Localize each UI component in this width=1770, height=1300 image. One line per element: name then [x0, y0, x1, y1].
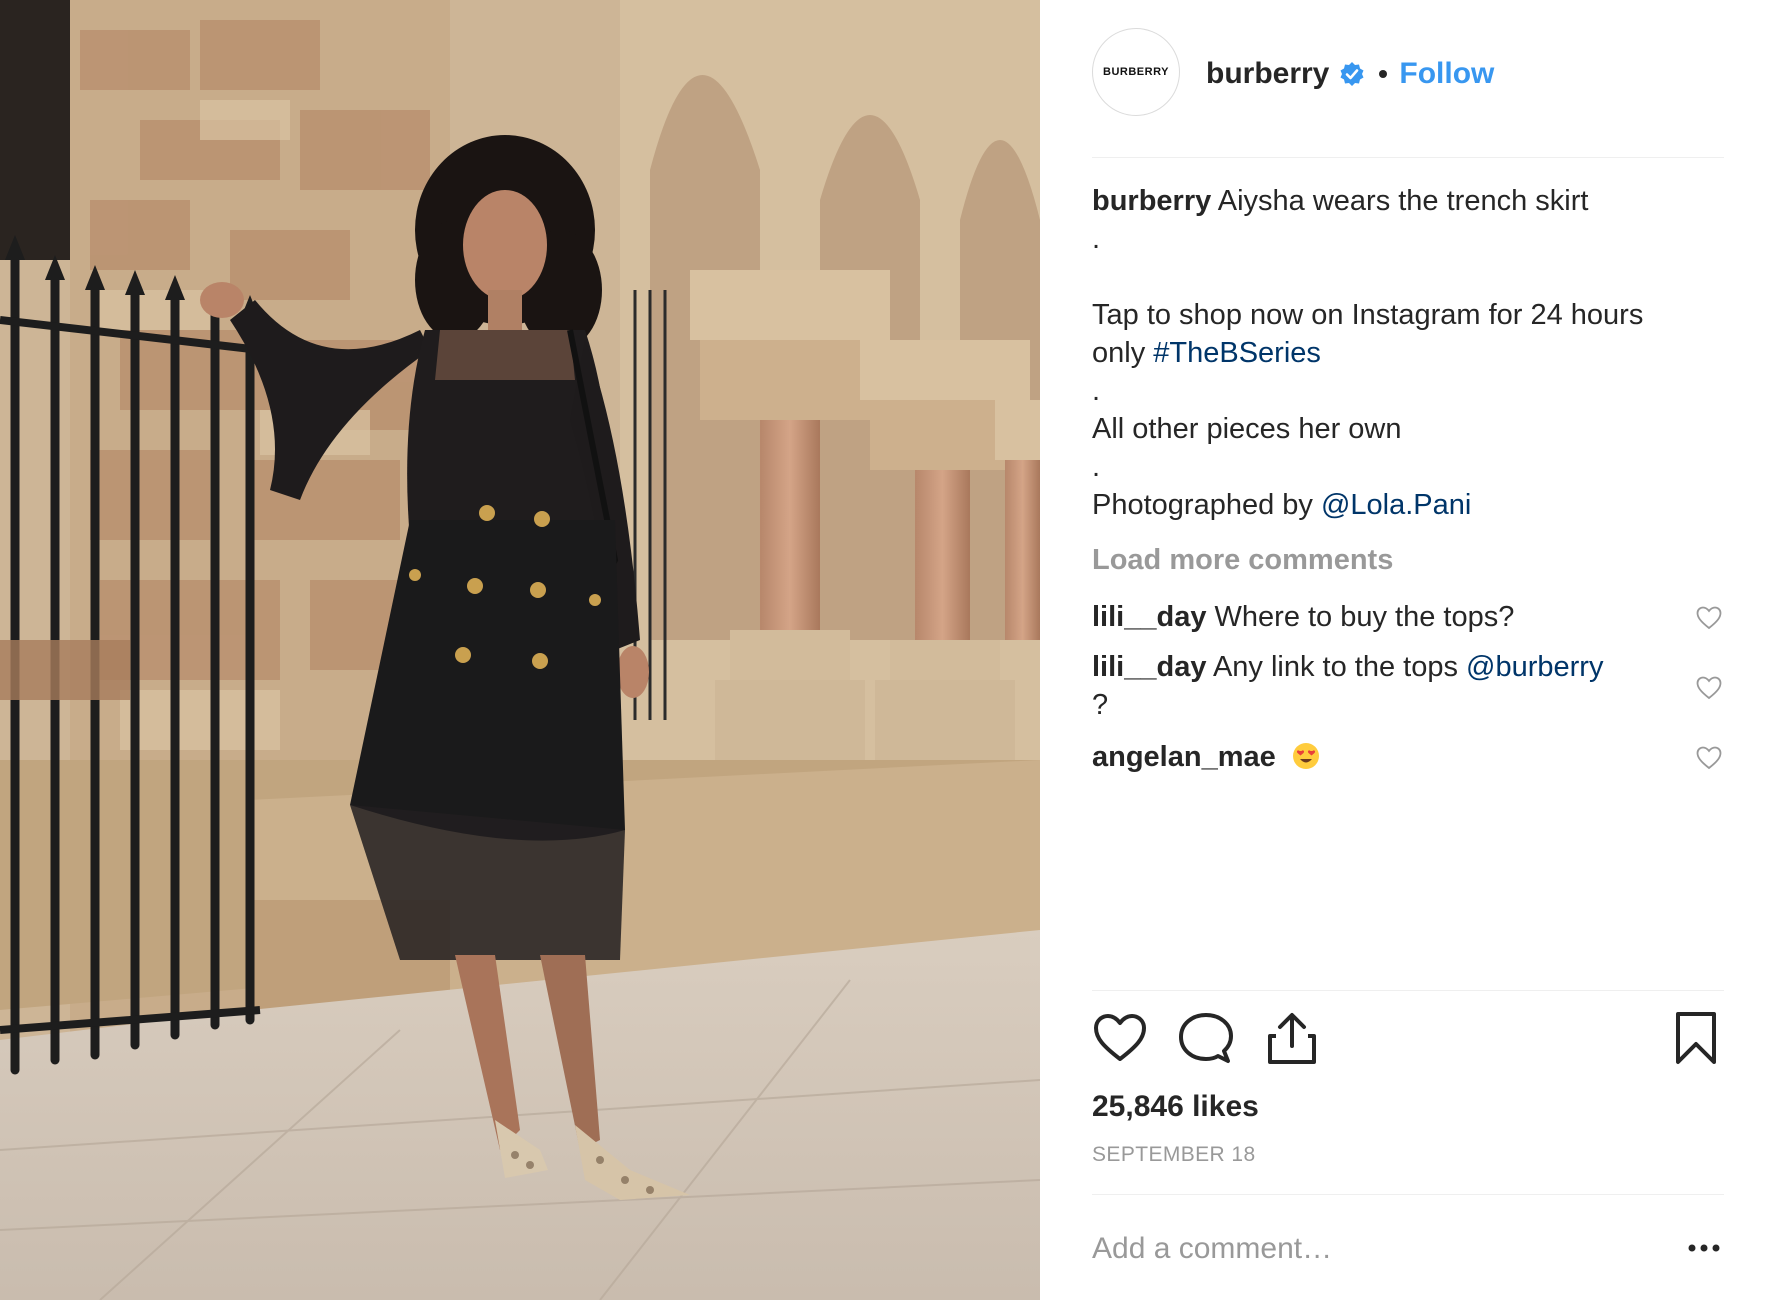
- caption-line-2: Tap to shop now on Instagram for 24 hour…: [1092, 299, 1644, 331]
- caption-line-3: only #TheBSeries: [1092, 334, 1732, 372]
- post-photo-image: [0, 0, 1040, 1300]
- comment-text: Where to buy the tops?: [1214, 601, 1515, 633]
- separator-dot: [1379, 70, 1388, 78]
- caption-dot: .: [1092, 451, 1101, 483]
- action-bar: [1092, 1010, 1724, 1070]
- heart-icon[interactable]: [1092, 1010, 1148, 1066]
- caption-dot: .: [1092, 223, 1101, 255]
- hashtag-link[interactable]: #TheBSeries: [1153, 337, 1321, 369]
- comment-like-heart-icon[interactable]: [1696, 746, 1722, 770]
- comment-username[interactable]: angelan_mae: [1092, 741, 1276, 773]
- caption-username[interactable]: burberry: [1092, 185, 1211, 217]
- add-comment-input[interactable]: [1092, 1224, 1632, 1274]
- post-header: BURBERRY burberry Follow: [1092, 26, 1724, 158]
- comment-text: Any link to the tops: [1212, 651, 1458, 683]
- comment-username[interactable]: lili__day: [1092, 601, 1206, 633]
- comment-mention-link[interactable]: @burberry: [1466, 651, 1603, 683]
- heart-eyes-emoji-icon: [1292, 743, 1319, 769]
- caption-line-1: burberry Aiysha wears the trench skirt: [1092, 182, 1732, 220]
- post-photo[interactable]: [0, 0, 1040, 1300]
- caption-line-4: All other pieces her own: [1092, 413, 1402, 445]
- post-caption: burberry Aiysha wears the trench skirt .…: [1092, 182, 1732, 524]
- author-line: burberry Follow: [1206, 54, 1494, 94]
- divider: [1092, 990, 1724, 991]
- post-date: SEPTEMBER 18: [1092, 1143, 1256, 1166]
- comment: angelan_mae: [1092, 738, 1712, 776]
- divider: [1092, 1194, 1724, 1195]
- post-details-panel: BURBERRY burberry Follow burberry Aiysha…: [1040, 0, 1770, 1300]
- comment-like-heart-icon[interactable]: [1696, 606, 1722, 630]
- bookmark-icon[interactable]: [1668, 1010, 1724, 1066]
- more-options-icon[interactable]: [1686, 1240, 1722, 1256]
- author-username[interactable]: burberry: [1206, 57, 1329, 91]
- comment-like-heart-icon[interactable]: [1696, 676, 1722, 700]
- comment: lili__day Any link to the tops @burberry…: [1092, 648, 1712, 724]
- caption-line-5-prefix: Photographed by: [1092, 489, 1313, 521]
- comment: lili__day Where to buy the tops?: [1092, 598, 1712, 636]
- caption-text: Aiysha wears the trench skirt: [1217, 185, 1589, 217]
- caption-dot: .: [1092, 375, 1101, 407]
- comment-username[interactable]: lili__day: [1092, 651, 1206, 683]
- avatar[interactable]: BURBERRY: [1092, 28, 1180, 116]
- comment-icon[interactable]: [1178, 1010, 1234, 1066]
- caption-line-5: Photographed by @Lola.Pani: [1092, 486, 1732, 524]
- follow-button[interactable]: Follow: [1399, 57, 1494, 91]
- comment-trailing-text: ?: [1092, 689, 1109, 721]
- share-icon[interactable]: [1264, 1010, 1320, 1066]
- load-more-comments-button[interactable]: Load more comments: [1092, 544, 1393, 577]
- mention-link[interactable]: @Lola.Pani: [1321, 489, 1471, 521]
- avatar-text: BURBERRY: [1103, 66, 1169, 78]
- caption-line-3-prefix: only: [1092, 337, 1146, 369]
- verified-badge-icon: [1340, 62, 1364, 86]
- likes-count[interactable]: 25,846 likes: [1092, 1090, 1259, 1124]
